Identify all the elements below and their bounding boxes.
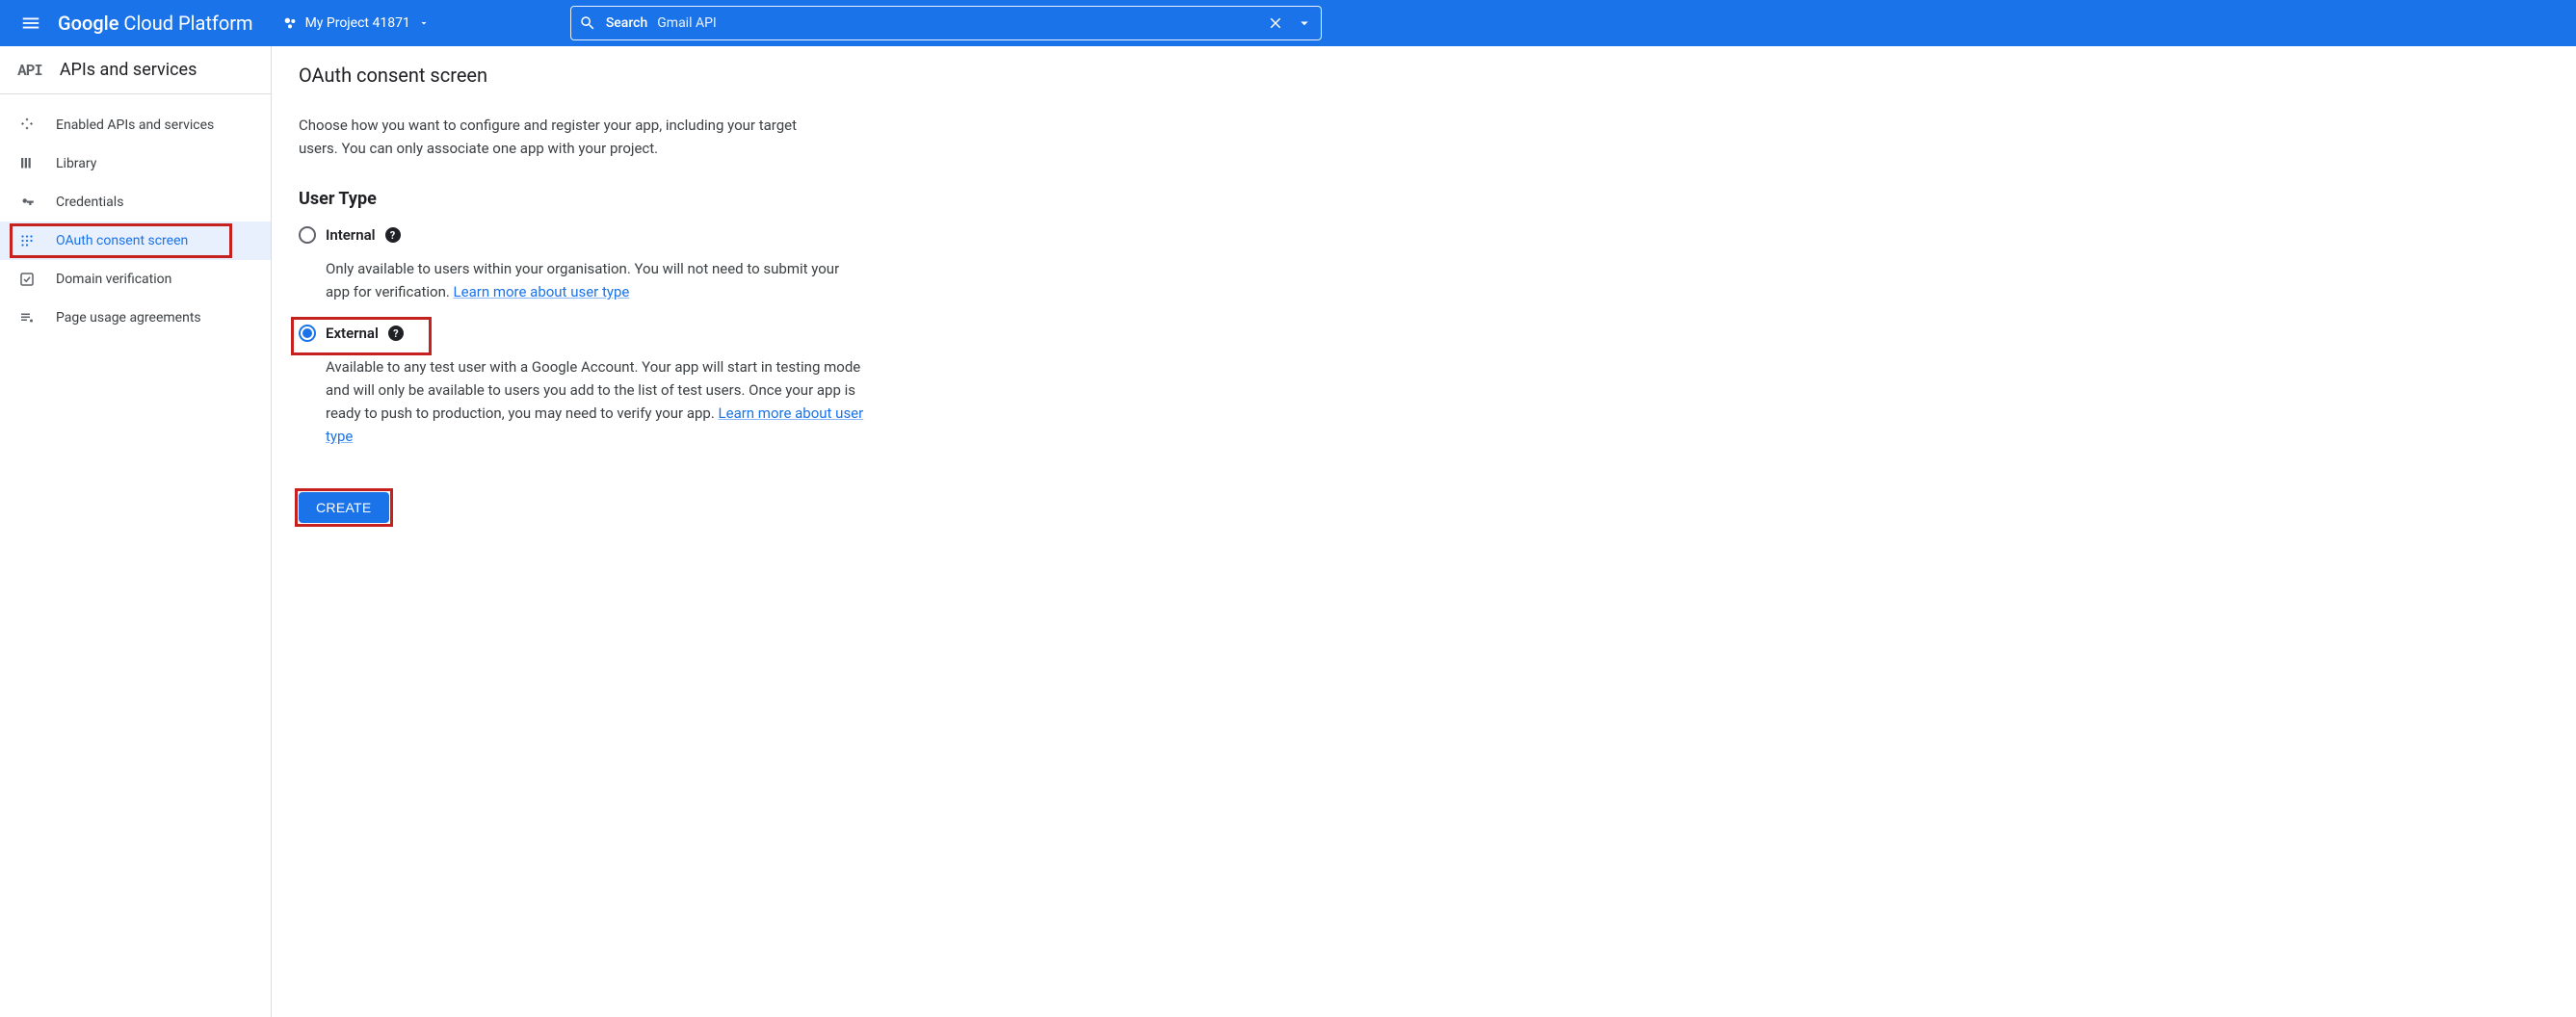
radio-internal[interactable] bbox=[299, 226, 316, 244]
sidebar: API APIs and services Enabled APIs and s… bbox=[0, 46, 272, 1017]
search-label: Search bbox=[606, 15, 647, 31]
create-button[interactable]: CREATE bbox=[299, 492, 389, 523]
library-icon bbox=[17, 154, 37, 173]
project-name: My Project 41871 bbox=[305, 15, 410, 31]
logo-prefix: Google bbox=[58, 12, 118, 35]
check-icon bbox=[17, 270, 37, 289]
gcp-logo[interactable]: Google Cloud Platform bbox=[58, 12, 253, 35]
sidebar-item-label: Library bbox=[56, 156, 96, 171]
sidebar-item-library[interactable]: Library bbox=[0, 144, 271, 183]
main-content: OAuth consent screen Choose how you want… bbox=[272, 46, 1139, 1017]
sidebar-item-label: Page usage agreements bbox=[56, 310, 201, 326]
sidebar-item-domain-verification[interactable]: Domain verification bbox=[0, 260, 271, 299]
sidebar-item-enabled-apis[interactable]: Enabled APIs and services bbox=[0, 106, 271, 144]
radio-external[interactable] bbox=[299, 325, 316, 342]
search-value: Gmail API bbox=[657, 15, 716, 31]
clear-search-icon[interactable] bbox=[1267, 14, 1284, 32]
top-bar: Google Cloud Platform My Project 41871 S… bbox=[0, 0, 2576, 46]
sidebar-item-label: Enabled APIs and services bbox=[56, 117, 214, 133]
user-type-option-internal[interactable]: Internal ? bbox=[299, 222, 1112, 248]
caret-down-icon bbox=[418, 17, 430, 29]
sidebar-header: API APIs and services bbox=[0, 46, 271, 94]
external-description: Available to any test user with a Google… bbox=[326, 355, 865, 448]
create-button-highlight: CREATE bbox=[299, 492, 389, 523]
sidebar-item-credentials[interactable]: Credentials bbox=[0, 183, 271, 222]
sidebar-item-label: OAuth consent screen bbox=[56, 233, 188, 248]
project-selector[interactable]: My Project 41871 bbox=[275, 12, 437, 35]
api-badge: API bbox=[17, 60, 42, 80]
sidebar-item-oauth-consent[interactable]: OAuth consent screen bbox=[0, 222, 271, 260]
menu-icon bbox=[20, 13, 41, 34]
intro-text: Choose how you want to configure and reg… bbox=[299, 114, 838, 160]
user-type-option-external[interactable]: External ? bbox=[299, 321, 1112, 346]
key-icon bbox=[17, 193, 37, 212]
sidebar-item-label: Credentials bbox=[56, 195, 123, 210]
radio-label-internal: Internal bbox=[326, 226, 376, 244]
learn-more-internal-link[interactable]: Learn more about user type bbox=[454, 283, 630, 300]
sidebar-nav: Enabled APIs and services Library Creden… bbox=[0, 94, 271, 349]
search-bar[interactable]: Search Gmail API bbox=[570, 6, 1322, 40]
help-icon[interactable]: ? bbox=[388, 326, 404, 341]
help-icon[interactable]: ? bbox=[385, 227, 401, 243]
page-title: OAuth consent screen bbox=[299, 64, 1112, 87]
project-icon bbox=[282, 15, 298, 31]
grid-icon bbox=[17, 116, 37, 135]
sidebar-title: APIs and services bbox=[60, 60, 197, 80]
hamburger-menu-button[interactable] bbox=[12, 4, 50, 42]
consent-icon bbox=[17, 231, 37, 250]
sidebar-item-label: Domain verification bbox=[56, 272, 171, 287]
expand-search-icon[interactable] bbox=[1296, 14, 1313, 32]
radio-label-external: External bbox=[326, 325, 379, 342]
sidebar-item-page-usage-agreements[interactable]: Page usage agreements bbox=[0, 299, 271, 337]
internal-description: Only available to users within your orga… bbox=[326, 257, 865, 303]
agreement-icon bbox=[17, 308, 37, 327]
user-type-heading: User Type bbox=[299, 189, 1112, 209]
logo-rest: Cloud Platform bbox=[118, 12, 252, 35]
search-icon bbox=[579, 14, 596, 32]
